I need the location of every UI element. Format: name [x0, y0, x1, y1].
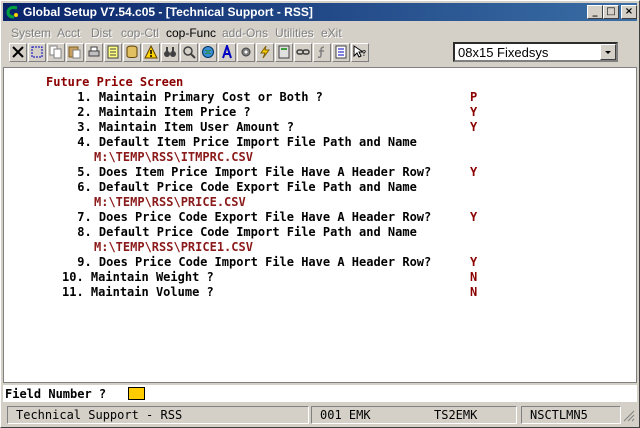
chevron-down-icon[interactable]	[600, 44, 616, 60]
lightning-icon[interactable]	[256, 43, 274, 62]
status-user-code: 001 EMK	[320, 408, 371, 422]
close-button[interactable]: ×	[621, 5, 637, 19]
field-number: 2.	[70, 105, 92, 119]
alert-icon[interactable]	[142, 43, 160, 62]
binoculars-icon[interactable]	[161, 43, 179, 62]
field-value[interactable]: Y	[470, 105, 477, 119]
svg-text:?: ?	[362, 49, 366, 58]
font-select[interactable]: 08x15 Fixedsys	[453, 42, 618, 62]
field-label: Default Item Price Import File Path and …	[98, 135, 417, 149]
menu-utilities[interactable]: Utilities	[275, 26, 314, 40]
globe-icon[interactable]	[199, 43, 217, 62]
field-label: Does Price Code Export File Have A Heade…	[98, 210, 432, 224]
field-value[interactable]: N	[470, 270, 477, 284]
paste-icon[interactable]	[66, 43, 84, 62]
field-label: Maintain Item User Amount ?	[98, 120, 294, 134]
list-icon[interactable]	[332, 43, 350, 62]
field-number: 1.	[70, 90, 92, 104]
field-value[interactable]: Y	[470, 255, 477, 269]
minimize-button[interactable]: _	[587, 5, 603, 19]
status-program: NSCTLMN5	[521, 406, 621, 424]
calculator-icon[interactable]	[275, 43, 293, 62]
field-path-value[interactable]: M:\TEMP\RSS\PRICE1.CSV	[94, 240, 253, 254]
help-cursor-icon[interactable]: ?	[351, 43, 369, 62]
field-number: 11.	[62, 285, 84, 299]
field-value[interactable]: N	[470, 285, 477, 299]
field-path-value[interactable]: M:\TEMP\RSS\ITMPRC.CSV	[94, 150, 253, 164]
field-label: Maintain Volume ?	[90, 285, 214, 299]
field-label: Default Price Code Import File Path and …	[98, 225, 417, 239]
menu-acct[interactable]: Acct	[57, 26, 80, 40]
field-label: Maintain Primary Cost or Both ?	[98, 90, 323, 104]
field-label: Does Item Price Import File Have A Heade…	[98, 165, 432, 179]
menu-bar: System Acct Dist cop-Ctl cop-Func add-On…	[3, 23, 637, 41]
terminal-screen: Future Price Screen 1. Maintain Primary …	[3, 67, 637, 383]
app-logo-icon	[6, 6, 18, 19]
status-terminal: TS2EMK	[434, 408, 478, 422]
title-bar: Global Setup V7.54.c05 - [Technical Supp…	[3, 3, 637, 21]
status-session: 001 EMK TS2EMK	[311, 406, 517, 424]
maximize-button[interactable]: □	[603, 5, 619, 19]
search-icon[interactable]	[180, 43, 198, 62]
field-number: 6.	[70, 180, 92, 194]
field-value[interactable]: Y	[470, 210, 477, 224]
main-window: Global Setup V7.54.c05 - [Technical Supp…	[0, 0, 640, 428]
close-icon[interactable]	[9, 43, 27, 62]
menu-cop-ctl[interactable]: cop-Ctl	[121, 26, 159, 40]
font-select-value: 08x15 Fixedsys	[458, 45, 549, 60]
field-label: Maintain Weight ?	[90, 270, 214, 284]
database-icon[interactable]	[123, 43, 141, 62]
prompt-label: Field Number ?	[5, 387, 107, 401]
resize-grip-icon[interactable]	[623, 410, 635, 422]
menu-cop-func[interactable]: cop-Func	[166, 26, 216, 40]
screen-heading: Future Price Screen	[46, 75, 184, 89]
field-value[interactable]: Y	[470, 165, 477, 179]
field-path-value[interactable]: M:\TEMP\RSS\PRICE.CSV	[94, 195, 246, 209]
field-value[interactable]: P	[470, 90, 477, 104]
field-value[interactable]: Y	[470, 120, 477, 134]
field-number-prompt: Field Number ?	[3, 385, 637, 402]
copy-icon[interactable]	[47, 43, 65, 62]
field-number: 4.	[70, 135, 92, 149]
select-icon[interactable]	[28, 43, 46, 62]
function-icon[interactable]	[313, 43, 331, 62]
settings-icon[interactable]	[237, 43, 255, 62]
link-icon[interactable]	[294, 43, 312, 62]
field-number: 5.	[70, 165, 92, 179]
field-number: 8.	[70, 225, 92, 239]
window-title: Global Setup V7.54.c05 - [Technical Supp…	[23, 5, 313, 19]
status-company: Technical Support - RSS	[7, 406, 309, 424]
menu-add-ons[interactable]: add-Ons	[222, 26, 268, 40]
field-label: Default Price Code Export File Path and …	[98, 180, 417, 194]
field-number: 10.	[62, 270, 84, 284]
field-label: Does Price Code Import File Have A Heade…	[98, 255, 432, 269]
field-label: Maintain Item Price ?	[98, 105, 251, 119]
status-bar: Technical Support - RSS 001 EMK TS2EMK NS…	[3, 405, 637, 425]
field-number: 9.	[70, 255, 92, 269]
field-number: 7.	[70, 210, 92, 224]
font-icon[interactable]	[218, 43, 236, 62]
field-number: 3.	[70, 120, 92, 134]
menu-dist[interactable]: Dist	[91, 26, 112, 40]
notes-icon[interactable]	[104, 43, 122, 62]
menu-system[interactable]: System	[11, 26, 51, 40]
print-icon[interactable]	[85, 43, 103, 62]
field-number-input[interactable]	[128, 387, 145, 400]
menu-exit[interactable]: eXit	[321, 26, 342, 40]
